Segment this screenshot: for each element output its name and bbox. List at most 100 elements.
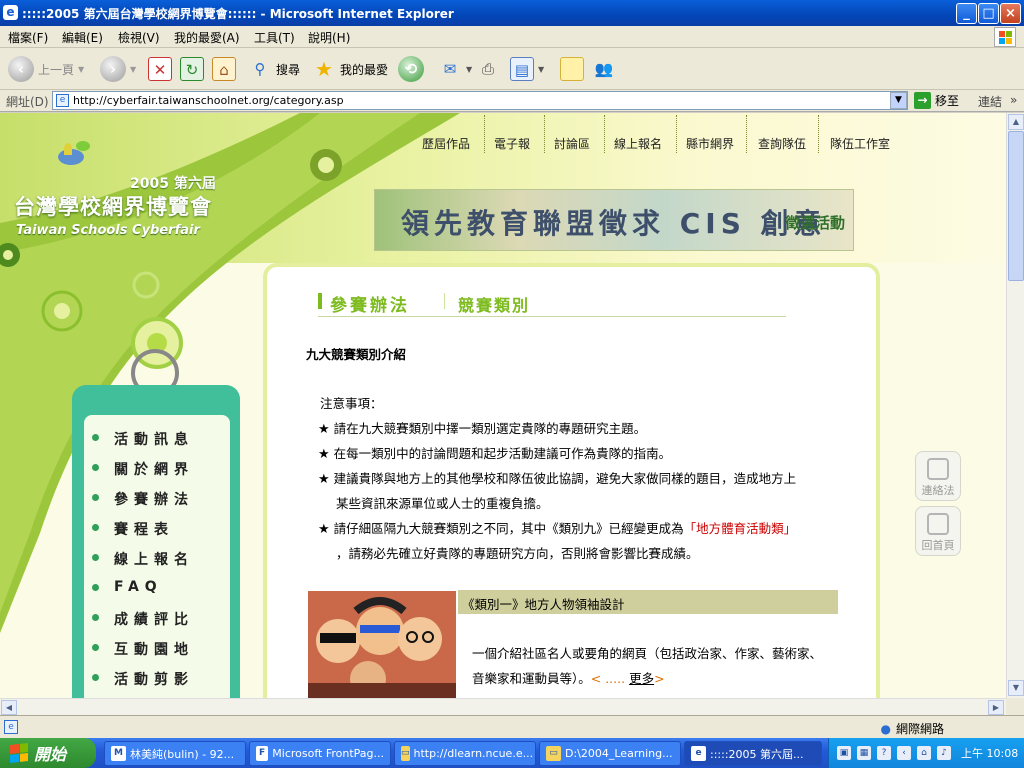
breadcrumb-underline <box>318 316 786 317</box>
messenger-button[interactable]: 👥 <box>592 54 616 84</box>
windows-flag-icon <box>10 743 28 763</box>
taskbar-item[interactable]: M 林美純(bulin) - 92... <box>104 741 246 766</box>
back-arrow-icon: ‹ <box>8 56 34 82</box>
cis-banner[interactable]: 領先教育聯盟徵求 CIS 創意 徵選活動 <box>374 189 854 251</box>
menu-file[interactable]: 檔案(F) <box>8 29 48 46</box>
scroll-left-icon[interactable]: ◀ <box>1 700 17 715</box>
topnav-team-search[interactable]: 查詢隊伍 <box>758 135 806 152</box>
edit-dropdown-icon[interactable]: ▼ <box>538 65 544 74</box>
tray-network-icon[interactable]: ⌂ <box>917 746 931 760</box>
refresh-button[interactable]: ↻ <box>180 54 204 84</box>
edit-button[interactable]: ▤ ▼ <box>510 54 544 84</box>
topnav-separator <box>604 115 605 153</box>
menu-tools[interactable]: 工具(T) <box>254 29 295 46</box>
folder-icon: ▭ <box>546 746 561 761</box>
tray-back-icon[interactable]: ‹ <box>897 746 911 760</box>
category1-title-bar: 《類別一》地方人物領袖設計 <box>458 590 838 614</box>
sidenav-item-rules[interactable]: 參賽辦法 <box>92 489 194 509</box>
minimize-button[interactable]: _ <box>956 3 977 24</box>
topnav-team-studio[interactable]: 隊伍工作室 <box>830 135 890 152</box>
forward-dropdown-icon[interactable]: ▼ <box>130 65 136 74</box>
notice-item: ★ 請仔細區隔九大競賽類別之不同，其中《類別九》已經變更成為「地方體育活動類」 <box>318 521 797 537</box>
sidenav-item-gallery[interactable]: 活動剪影 <box>92 669 194 689</box>
search-button[interactable]: ⚲ 搜尋 <box>248 54 301 84</box>
mail-dropdown-icon[interactable]: ▼ <box>466 65 472 74</box>
start-button[interactable]: 開始 <box>0 738 96 768</box>
mail-icon: ✉ <box>443 60 457 78</box>
home-button[interactable]: ⌂ <box>212 54 236 84</box>
vertical-scrollbar[interactable]: ▲ ▼ <box>1006 113 1024 698</box>
print-button[interactable]: ⎙ <box>476 54 500 84</box>
search-label: 搜尋 <box>276 62 301 77</box>
topnav-register[interactable]: 線上報名 <box>614 135 662 152</box>
scroll-thumb[interactable] <box>1008 131 1024 281</box>
sidenav-item-about[interactable]: 關於網界 <box>92 459 194 479</box>
sidenav-item-interactive[interactable]: 互動園地 <box>92 639 194 659</box>
taskbar-item[interactable]: ▭ http://dlearn.ncue.e... <box>394 741 536 766</box>
highlight-category9: 「地方體育活動類」 <box>683 521 797 536</box>
address-label: 網址(D) <box>6 95 49 109</box>
links-chevron-icon[interactable]: » <box>1010 93 1017 107</box>
menu-edit[interactable]: 編輯(E) <box>62 29 103 46</box>
notice-item: ★ 建議貴隊與地方上的其他學校和隊伍彼此協調，避免大家做同樣的題目，造成地方上 <box>318 471 797 487</box>
go-arrow-icon: → <box>914 92 931 109</box>
topnav-forum[interactable]: 討論區 <box>554 135 590 152</box>
tray-help-icon[interactable]: ? <box>877 746 891 760</box>
ie-icon: e <box>3 5 18 20</box>
note-icon <box>560 57 584 81</box>
banner-subtext: 徵選活動 <box>785 214 846 232</box>
edit-page-icon: ▤ <box>510 57 534 81</box>
page-status-icon: e <box>4 720 18 734</box>
sidenav-item-faq[interactable]: FAQ <box>92 579 163 595</box>
history-button[interactable]: ⟲ <box>398 54 424 84</box>
maximize-button[interactable]: □ <box>978 3 999 24</box>
breadcrumb-divider <box>444 293 445 309</box>
menu-favorites[interactable]: 我的最愛(A) <box>174 29 240 46</box>
history-icon: ⟲ <box>398 56 424 82</box>
taskbar-item[interactable]: ▭ D:\2004_Learning... <box>539 741 681 766</box>
sidenav-item-scoring[interactable]: 成績評比 <box>92 609 194 629</box>
logo-edition: 2005 第六屆 <box>130 176 216 192</box>
topnav-separator <box>746 115 747 153</box>
more-link[interactable]: 更多 <box>629 671 654 686</box>
scroll-right-icon[interactable]: ▶ <box>988 700 1004 715</box>
notice-item-cont: 某些資訊來源單位或人士的重複負擔。 <box>336 496 549 511</box>
discuss-button[interactable] <box>560 54 584 84</box>
back-dropdown-icon[interactable]: ▼ <box>78 65 84 74</box>
forward-button[interactable]: › ▼ <box>100 54 136 84</box>
home-page-icon <box>927 513 949 535</box>
logo-english: Taiwan Schools Cyberfair <box>16 223 200 238</box>
menu-view[interactable]: 檢視(V) <box>118 29 160 46</box>
address-dropdown-icon[interactable]: ▼ <box>890 92 907 109</box>
topnav-county[interactable]: 縣市網界 <box>686 135 734 152</box>
favorites-button[interactable]: ★ 我的最愛 <box>312 54 388 84</box>
sidenav-item-news[interactable]: 活動訊息 <box>92 429 194 449</box>
forward-arrow-icon: › <box>100 56 126 82</box>
tray-app-icon[interactable]: ▣ <box>837 746 851 760</box>
home-float-button[interactable]: 回首頁 <box>915 506 961 556</box>
taskbar-item-active[interactable]: e:::::2005 第六屆... <box>684 741 822 766</box>
topnav-newsletter[interactable]: 電子報 <box>494 135 530 152</box>
mail-button[interactable]: ✉ ▼ <box>438 54 472 84</box>
go-button[interactable]: → 移至 <box>914 92 959 109</box>
notice-item: ★ 請在九大競賽類別中擇一類別選定貴隊的專題研究主題。 <box>318 421 647 437</box>
tray-volume-icon[interactable]: ♪ <box>937 746 951 760</box>
horizontal-scrollbar[interactable]: ◀ ▶ <box>0 698 1006 715</box>
links-button[interactable]: 連結 <box>978 93 1002 110</box>
sidenav-item-schedule[interactable]: 賽程表 <box>92 519 174 539</box>
page-heading: 九大競賽類別介紹 <box>306 347 407 362</box>
close-button[interactable]: × <box>1000 3 1021 24</box>
taskbar-item[interactable]: F Microsoft FrontPag... <box>249 741 391 766</box>
topnav-past-works[interactable]: 歷屆作品 <box>422 135 470 152</box>
contact-float-button[interactable]: 連絡法 <box>915 451 961 501</box>
menu-help[interactable]: 說明(H) <box>308 29 350 46</box>
back-button[interactable]: ‹ 上一頁 ▼ <box>8 54 84 84</box>
stop-button[interactable]: ✕ <box>148 54 172 84</box>
address-input[interactable]: e http://cyberfair.taiwanschoolnet.org/c… <box>52 91 908 110</box>
refresh-icon: ↻ <box>180 57 204 81</box>
tray-calendar-icon[interactable]: ▦ <box>857 746 871 760</box>
toolbar: ‹ 上一頁 ▼ › ▼ ✕ ↻ ⌂ ⚲ 搜尋 ★ 我的最愛 ⟲ ✉ ▼ ⎙ ▤ … <box>0 48 1024 90</box>
sidenav-item-register[interactable]: 線上報名 <box>92 549 194 569</box>
scroll-up-icon[interactable]: ▲ <box>1008 114 1024 130</box>
scroll-down-icon[interactable]: ▼ <box>1008 680 1024 696</box>
